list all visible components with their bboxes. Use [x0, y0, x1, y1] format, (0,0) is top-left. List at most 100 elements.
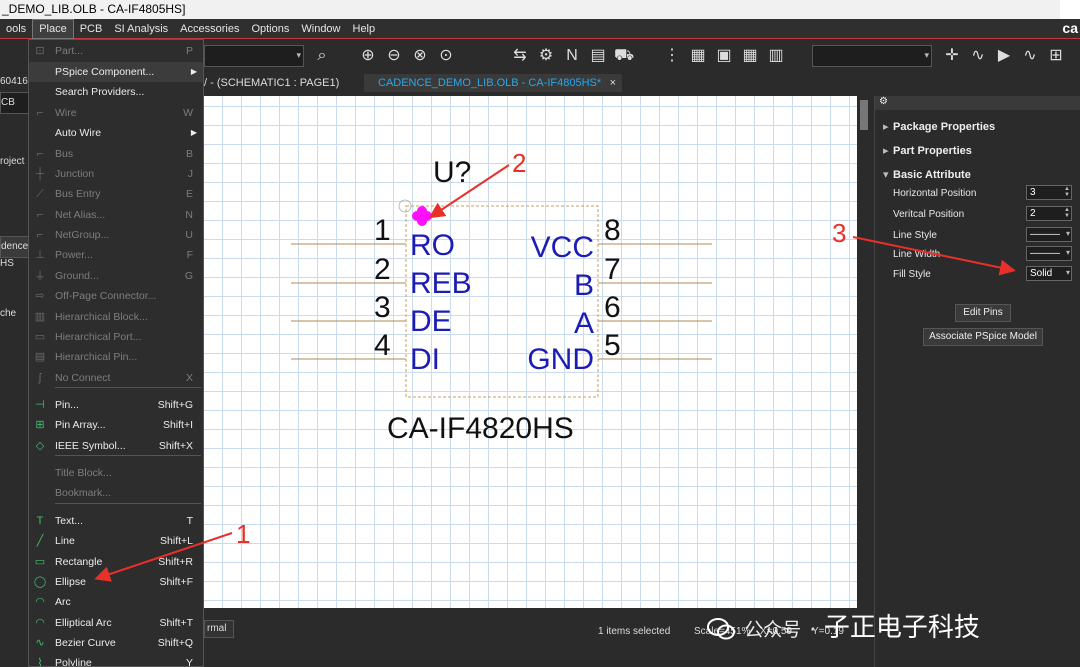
section-basic-attribute[interactable]: ▾ Basic Attribute — [883, 168, 971, 181]
place-menu-item-off-page-connector[interactable]: ⇨ Off-Page Connector... — [29, 286, 203, 306]
simulation-profile-combo[interactable]: ▾ — [812, 45, 932, 67]
crossref-icon[interactable]: ▤ — [588, 46, 608, 66]
menu-si-analysis[interactable]: SI Analysis — [108, 19, 174, 39]
edit-pins-button[interactable]: Edit Pins — [955, 304, 1011, 322]
place-menu-item-pspice-component[interactable]: PSpice Component... ▶ — [29, 62, 203, 82]
associate-pspice-model-button[interactable]: Associate PSpice Model — [923, 328, 1043, 346]
left-box[interactable]: CB — [0, 92, 30, 114]
menu-item-label: Auto Wire — [55, 127, 102, 139]
spinner-icon[interactable]: ▲ ▼ — [1064, 207, 1070, 219]
place-menu-item-line[interactable]: ╱ Line Shift+L — [29, 531, 203, 551]
menu-item-label: Line — [55, 535, 75, 547]
ground-icon: ⏚ — [34, 270, 46, 282]
place-menu-item-wire[interactable]: ⌐ Wire W — [29, 103, 203, 123]
place-menu-item-auto-wire[interactable]: Auto Wire ▶ — [29, 123, 203, 143]
line-width-select[interactable]: ——— ▾ — [1026, 246, 1072, 261]
place-menu-item-ground[interactable]: ⏚ Ground... G — [29, 266, 203, 286]
section-part-properties[interactable]: ▸ Part Properties — [883, 144, 972, 157]
search-icon[interactable]: ⌕ — [312, 46, 332, 66]
project-panel: 60416 CB roject dence HS che — [0, 72, 30, 667]
menu-item-label: Net Alias... — [55, 209, 106, 221]
left-box[interactable]: dence — [0, 236, 30, 258]
menu-pcb[interactable]: PCB — [74, 19, 109, 39]
menu-place[interactable]: Place — [32, 18, 74, 39]
bezier-icon: ∿ — [35, 637, 45, 649]
menu-item-label: Pin Array... — [55, 419, 106, 431]
vertical-position-field[interactable]: 2 ▲ ▼ — [1026, 206, 1072, 221]
layout-icon[interactable]: ▥ — [766, 46, 786, 66]
place-menu-item-bookmark[interactable]: Bookmark... — [29, 483, 203, 503]
fill-style-select[interactable]: Solid ▾ — [1026, 266, 1072, 281]
close-icon[interactable]: × — [610, 74, 616, 92]
place-menu-item-hierarchical-port[interactable]: ▭ Hierarchical Port... — [29, 327, 203, 347]
zoom-in-icon[interactable]: ⊕ — [358, 46, 378, 66]
menu-tools[interactable]: ools — [0, 19, 32, 39]
search-combo[interactable]: ▾ — [204, 45, 304, 67]
place-menu-item-pin[interactable]: ⊣ Pin... Shift+G — [29, 395, 203, 415]
place-menu-item-hierarchical-block[interactable]: ▥ Hierarchical Block... — [29, 307, 203, 327]
place-menu-item-elliptical-arc[interactable]: ◠ Elliptical Arc Shift+T — [29, 613, 203, 633]
menu-options[interactable]: Options — [245, 19, 295, 39]
snap-icon[interactable]: ▦ — [688, 46, 708, 66]
zoom-out-icon[interactable]: ⊖ — [384, 46, 404, 66]
menu-item-shortcut: W — [183, 107, 193, 119]
place-menu-item-bus-entry[interactable]: ⟋ Bus Entry E — [29, 184, 203, 204]
sim-settings-icon[interactable]: ∿ — [968, 46, 988, 66]
place-menu-item-arc[interactable]: ◠ Arc — [29, 592, 203, 612]
spinner-icon[interactable]: ▲ ▼ — [1064, 186, 1070, 198]
menu-item-shortcut: F — [186, 249, 193, 261]
menu-item-label: Hierarchical Port... — [55, 331, 142, 343]
area-select-icon[interactable]: ▣ — [714, 46, 734, 66]
annotate-icon[interactable]: ⇆ — [510, 46, 530, 66]
horizontal-position-field[interactable]: 3 ▲ ▼ — [1026, 185, 1072, 200]
properties-panel: ⚙ ▸ Package Properties ▸ Part Properties ▾… — [874, 96, 1080, 667]
line-style-select[interactable]: ——— ▾ — [1026, 227, 1072, 242]
netlist-icon[interactable]: N — [562, 46, 582, 66]
place-menu-item-title-block[interactable]: Title Block... — [29, 463, 203, 483]
vertical-scrollbar[interactable] — [857, 96, 871, 608]
markers-icon[interactable]: ⊞ — [1046, 46, 1066, 66]
place-menu-item-no-connect[interactable]: ʃ No Connect X — [29, 368, 203, 388]
scroll-thumb[interactable] — [860, 100, 868, 130]
watermark: 公众号 · 子正电子科技 — [706, 607, 980, 644]
place-menu-item-text[interactable]: T Text... T — [29, 511, 203, 531]
menu-item-shortcut: G — [184, 270, 193, 282]
table-icon[interactable]: ▦ — [740, 46, 760, 66]
tab-part-editor[interactable]: CADENCE_DEMO_LIB.OLB - CA-IF4805HS* × — [364, 74, 622, 92]
grid-icon[interactable]: ⋮ — [662, 46, 682, 66]
place-menu-item-part[interactable]: ⊡ Part... P — [29, 41, 203, 61]
menu-help[interactable]: Help — [347, 19, 382, 39]
place-menu-item-polyline[interactable]: ⌇ Polyline Y — [29, 653, 203, 667]
menu-item-label: Bookmark... — [55, 487, 112, 499]
place-menu-item-hierarchical-pin[interactable]: ▤ Hierarchical Pin... — [29, 347, 203, 367]
menu-accessories[interactable]: Accessories — [174, 19, 245, 39]
place-menu-item-junction[interactable]: ┼ Junction J — [29, 164, 203, 184]
place-menu-item-rectangle[interactable]: ▭ Rectangle Shift+R — [29, 552, 203, 572]
polyline-icon: ⌇ — [37, 657, 43, 667]
zoom-all-icon[interactable]: ⊙ — [436, 46, 456, 66]
menu-item-label: Text... — [55, 515, 84, 527]
place-menu-item-power[interactable]: ⊥ Power... F — [29, 245, 203, 265]
off-page-icon: ⇨ — [35, 290, 45, 302]
gear-icon[interactable]: ⚙ — [879, 96, 888, 107]
place-menu-item-search-providers[interactable]: Search Providers... — [29, 82, 203, 102]
section-package-properties[interactable]: ▸ Package Properties — [883, 120, 995, 133]
drc-icon[interactable]: ⚙ — [536, 46, 556, 66]
place-menu-item-ieee-symbol[interactable]: ◇ IEEE Symbol... Shift+X — [29, 436, 203, 456]
bus-entry-icon: ⟋ — [36, 188, 44, 200]
probe-icon[interactable]: ∿ — [1020, 46, 1040, 66]
tab-schematic[interactable]: / - (SCHEMATIC1 : PAGE1) — [204, 74, 339, 92]
place-menu-item-netgroup[interactable]: ⌐ NetGroup... U — [29, 225, 203, 245]
watermark-text-2: 子正电子科技 — [823, 613, 980, 643]
place-menu-item-net-alias[interactable]: ⌐ Net Alias... N — [29, 205, 203, 225]
schematic-canvas[interactable] — [204, 96, 857, 608]
menu-window[interactable]: Window — [295, 19, 346, 39]
place-menu-item-pin-array[interactable]: ⊞ Pin Array... Shift+I — [29, 415, 203, 435]
place-menu-item-bezier-curve[interactable]: ∿ Bezier Curve Shift+Q — [29, 633, 203, 653]
place-menu-item-bus[interactable]: ⌐ Bus B — [29, 144, 203, 164]
cart-icon[interactable]: ⛟ — [614, 46, 634, 66]
add-probe-icon[interactable]: ✛ — [942, 46, 962, 66]
zoom-area-icon[interactable]: ⊗ — [410, 46, 430, 66]
run-icon[interactable]: ▶ — [994, 46, 1014, 66]
place-menu-item-ellipse[interactable]: ◯ Ellipse Shift+F — [29, 572, 203, 592]
